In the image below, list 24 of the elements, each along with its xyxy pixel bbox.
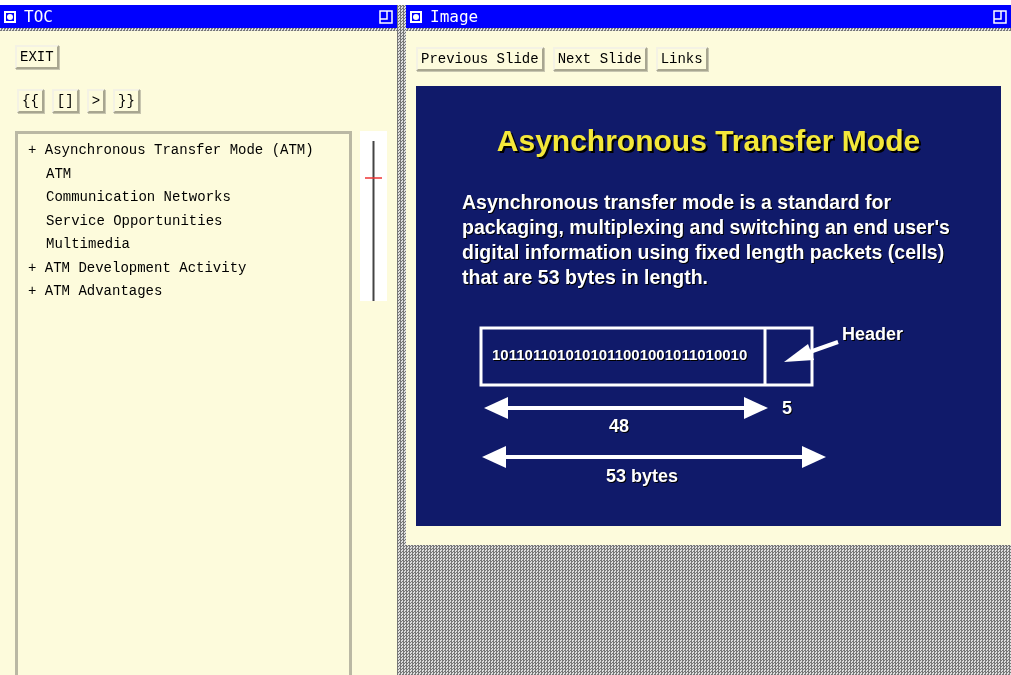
slide-nav-button[interactable]: Next Slide bbox=[552, 47, 647, 71]
tree-item[interactable]: + Asynchronous Transfer Mode (ATM) bbox=[28, 139, 349, 163]
header-size: 5 bbox=[782, 398, 792, 419]
slide-nav-button[interactable]: Previous Slide bbox=[416, 47, 544, 71]
slide-nav-button[interactable]: Links bbox=[655, 47, 708, 71]
slide-title: Asynchronous Transfer Mode bbox=[495, 124, 922, 158]
header-label: Header bbox=[842, 324, 904, 345]
tree-item[interactable]: Service Opportunities bbox=[46, 209, 349, 233]
tree-item[interactable]: ATM bbox=[46, 162, 349, 186]
nav-button[interactable]: }} bbox=[113, 89, 140, 113]
tree-item[interactable]: Multimedia bbox=[46, 233, 349, 257]
window-title: Image bbox=[430, 7, 480, 26]
nav-button[interactable]: > bbox=[86, 89, 106, 113]
nav-button[interactable]: {{ bbox=[17, 89, 44, 113]
exit-button[interactable]: EXIT bbox=[15, 45, 59, 69]
slide-text: Asynchronous transfer mode is a standard for packaging, multiplexing and switching an end user's digital information using fixed length packets (cells) that are 53 bytes in length. bbox=[462, 190, 951, 290]
nav-button[interactable]: [] bbox=[51, 89, 79, 113]
tree-item[interactable]: + ATM Development Activity bbox=[28, 256, 349, 280]
tree-item[interactable]: Communication Networks bbox=[46, 186, 349, 210]
cell-size: 53 bytes bbox=[606, 466, 679, 487]
tree-item[interactable]: + ATM Advantages bbox=[28, 280, 349, 304]
payload-size: 48 bbox=[609, 416, 630, 437]
payload-bits: 1011011010101011001001011010010 bbox=[492, 346, 748, 363]
window-title: TOC bbox=[24, 7, 54, 26]
